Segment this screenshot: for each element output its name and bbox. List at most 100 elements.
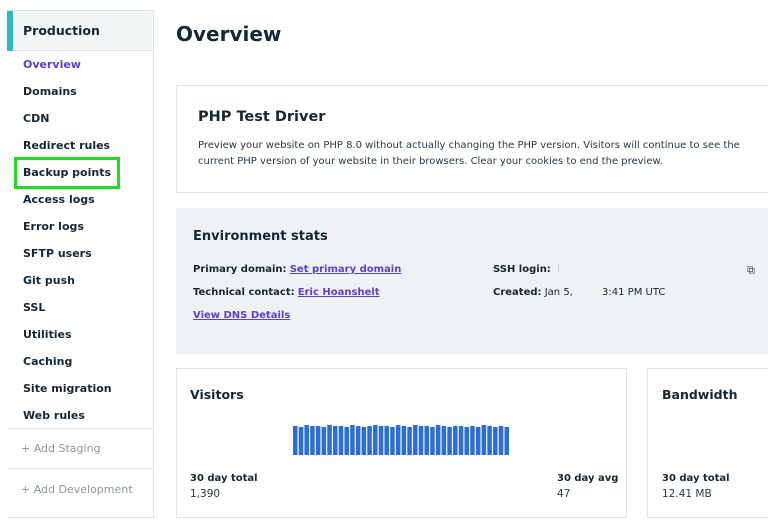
environment-accent-bar bbox=[7, 11, 13, 51]
visitors-total-value: 1,390 bbox=[190, 488, 221, 500]
sidebar-item-site-migration[interactable]: Site migration bbox=[7, 379, 153, 406]
visitors-bar bbox=[327, 425, 332, 455]
visitors-bar bbox=[378, 425, 384, 455]
sidebar-item-error-logs[interactable]: Error logs bbox=[7, 217, 153, 244]
visitors-bar bbox=[470, 425, 475, 455]
view-dns-details-link[interactable]: View DNS Details bbox=[193, 310, 290, 321]
environment-stats-title: Environment stats bbox=[193, 229, 328, 244]
ssh-login-row: SSH login: bbox=[493, 264, 559, 275]
sidebar-item-overview[interactable]: Overview bbox=[7, 55, 153, 82]
visitors-bar bbox=[441, 425, 447, 455]
visitors-bar bbox=[361, 426, 367, 455]
visitors-bar bbox=[310, 425, 315, 455]
visitors-sparkline bbox=[293, 425, 509, 455]
sidebar-item-label: Backup points bbox=[13, 157, 121, 189]
add-development-button[interactable]: + Add Development bbox=[21, 483, 133, 496]
bandwidth-total-value: 12.41 MB bbox=[662, 488, 712, 500]
sidebar-item-domains[interactable]: Domains bbox=[7, 82, 153, 109]
visitors-bar bbox=[304, 425, 309, 455]
visitors-bar bbox=[487, 425, 492, 455]
sidebar-item-label: Access logs bbox=[23, 193, 95, 206]
sidebar-item-label: Error logs bbox=[23, 220, 84, 233]
sidebar: Production Overview Domains CDN Redirect… bbox=[7, 10, 154, 518]
ssh-login-value bbox=[558, 264, 559, 272]
created-label: Created: bbox=[493, 287, 542, 298]
visitors-bar bbox=[435, 425, 441, 455]
sidebar-item-label: SFTP users bbox=[23, 247, 92, 260]
visitors-bar bbox=[453, 425, 458, 455]
add-staging-button[interactable]: + Add Staging bbox=[21, 442, 101, 455]
sidebar-item-label: Overview bbox=[23, 58, 81, 71]
php-test-driver-card: PHP Test Driver Preview your website on … bbox=[176, 85, 768, 193]
visitors-bar bbox=[430, 426, 435, 455]
sidebar-item-cdn[interactable]: CDN bbox=[7, 109, 153, 136]
visitors-bar bbox=[315, 425, 321, 455]
sidebar-item-label: Utilities bbox=[23, 328, 72, 341]
php-test-driver-description: Preview your website on PHP 8.0 without … bbox=[198, 140, 740, 167]
visitors-bar bbox=[293, 425, 298, 455]
environment-name: Production bbox=[23, 23, 100, 38]
set-primary-domain-link[interactable]: Set primary domain bbox=[290, 264, 402, 275]
visitors-bar bbox=[464, 426, 469, 455]
sidebar-nav: Overview Domains CDN Redirect rules Back… bbox=[7, 55, 153, 433]
sidebar-item-redirect-rules[interactable]: Redirect rules bbox=[7, 136, 153, 163]
ssh-login-label: SSH login: bbox=[493, 264, 551, 275]
technical-contact-link[interactable]: Eric Hoanshelt bbox=[298, 287, 380, 298]
visitors-bar bbox=[367, 425, 372, 455]
sidebar-item-sftp-users[interactable]: SFTP users bbox=[7, 244, 153, 271]
visitors-bar bbox=[458, 425, 464, 455]
visitors-bar bbox=[384, 425, 389, 455]
visitors-bar bbox=[475, 426, 481, 455]
sidebar-item-access-logs[interactable]: Access logs bbox=[7, 190, 153, 217]
visitors-bar bbox=[504, 426, 509, 455]
sidebar-item-ssl[interactable]: SSL bbox=[7, 298, 153, 325]
created-date: Jan 5, bbox=[544, 287, 573, 298]
visitors-bar bbox=[401, 425, 407, 455]
visitors-bar bbox=[407, 426, 412, 455]
visitors-bar bbox=[418, 425, 424, 455]
sidebar-divider bbox=[7, 428, 153, 429]
technical-contact-row: Technical contact: Eric Hoanshelt bbox=[193, 287, 380, 298]
sidebar-item-label: Caching bbox=[23, 355, 73, 368]
visitors-title: Visitors bbox=[190, 387, 244, 402]
visitors-avg-label: 30 day avg bbox=[557, 473, 619, 484]
environment-stats-card: Environment stats Primary domain: Set pr… bbox=[176, 208, 768, 354]
sidebar-item-backup-points[interactable]: Backup points bbox=[7, 157, 153, 190]
visitors-bar bbox=[350, 425, 355, 455]
visitors-bar bbox=[424, 425, 429, 455]
created-row: Created: Jan 5, 3:41 PM UTC bbox=[493, 287, 665, 298]
bandwidth-total-label: 30 day total bbox=[662, 473, 730, 484]
sidebar-item-label: Web rules bbox=[23, 409, 85, 422]
primary-domain-label: Primary domain: bbox=[193, 264, 287, 275]
technical-contact-label: Technical contact: bbox=[193, 287, 295, 298]
sidebar-item-git-push[interactable]: Git push bbox=[7, 271, 153, 298]
sidebar-item-caching[interactable]: Caching bbox=[7, 352, 153, 379]
sidebar-item-label: Redirect rules bbox=[23, 139, 111, 152]
visitors-total-label: 30 day total bbox=[190, 473, 258, 484]
visitors-bar bbox=[321, 426, 327, 455]
sidebar-item-label: Domains bbox=[23, 85, 77, 98]
sidebar-item-label: CDN bbox=[23, 112, 50, 125]
sidebar-divider bbox=[7, 468, 153, 469]
bandwidth-card: Bandwidth 30 day total 12.41 MB bbox=[647, 368, 768, 518]
visitors-bar bbox=[498, 425, 504, 455]
visitors-bar bbox=[447, 426, 452, 455]
sidebar-item-utilities[interactable]: Utilities bbox=[7, 325, 153, 352]
primary-domain-row: Primary domain: Set primary domain bbox=[193, 264, 401, 275]
dns-row: View DNS Details bbox=[193, 310, 290, 321]
sidebar-item-label: SSL bbox=[23, 301, 46, 314]
bandwidth-title: Bandwidth bbox=[662, 387, 738, 402]
visitors-bar bbox=[344, 426, 349, 455]
visitors-bar bbox=[373, 425, 378, 455]
visitors-bar bbox=[333, 425, 338, 455]
visitors-bar bbox=[355, 425, 361, 455]
sidebar-item-label: Git push bbox=[23, 274, 75, 287]
visitors-bar bbox=[395, 425, 401, 455]
visitors-bar bbox=[413, 425, 418, 455]
visitors-bar bbox=[493, 426, 498, 455]
visitors-card: Visitors 30 day total 1,390 30 day avg 4… bbox=[176, 368, 627, 518]
copy-icon[interactable] bbox=[747, 266, 755, 274]
environment-header[interactable]: Production bbox=[7, 11, 153, 51]
visitors-avg-value: 47 bbox=[557, 488, 571, 500]
created-time: 3:41 PM UTC bbox=[602, 287, 666, 298]
